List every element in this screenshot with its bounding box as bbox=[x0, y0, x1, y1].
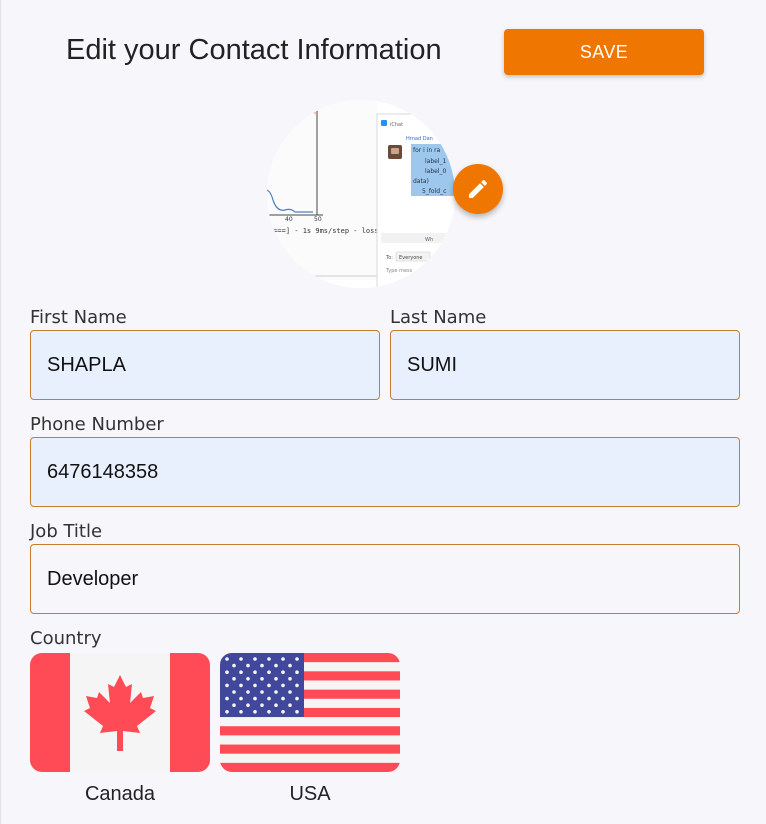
save-button[interactable]: SAVE bbox=[504, 29, 704, 75]
svg-text:Type mess: Type mess bbox=[385, 268, 413, 274]
svg-text:5_fold_c: 5_fold_c bbox=[422, 188, 446, 195]
svg-text:for i in ra: for i in ra bbox=[413, 147, 441, 154]
country-option-usa[interactable]: USA bbox=[220, 653, 400, 805]
svg-text:label_1: label_1 bbox=[425, 158, 447, 165]
job-title-field[interactable] bbox=[30, 544, 740, 614]
contact-edit-page: Edit your Contact Information SAVE 40 50… bbox=[0, 0, 766, 824]
svg-text:40: 40 bbox=[285, 216, 293, 223]
country-option-canada[interactable]: Canada bbox=[30, 653, 210, 805]
svg-text:label_0: label_0 bbox=[425, 168, 447, 175]
phone-label: Phone Number bbox=[30, 414, 164, 435]
country-label: Country bbox=[30, 628, 102, 649]
usa-label: USA bbox=[289, 783, 331, 805]
job-title-label: Job Title bbox=[30, 521, 103, 542]
pencil-icon bbox=[469, 179, 488, 198]
canada-flag bbox=[30, 653, 210, 772]
canada-label: Canada bbox=[84, 783, 156, 805]
svg-text:To:: To: bbox=[385, 255, 393, 261]
avatar-image: 40 50 ====] - 1s 9ms/step - loss: iChat … bbox=[267, 100, 455, 288]
avatar[interactable]: 40 50 ====] - 1s 9ms/step - loss: iChat … bbox=[267, 100, 455, 288]
svg-text:50: 50 bbox=[314, 216, 322, 223]
svg-text:Everyone: Everyone bbox=[399, 255, 423, 261]
first-name-label: First Name bbox=[30, 307, 127, 328]
phone-field[interactable] bbox=[30, 437, 740, 507]
svg-text:data): data) bbox=[413, 178, 429, 185]
last-name-field[interactable] bbox=[390, 330, 740, 400]
svg-text:====] - 1s 9ms/step - loss:: ====] - 1s 9ms/step - loss: bbox=[269, 227, 383, 235]
left-divider bbox=[0, 0, 1, 824]
svg-text:Hrnad Dan: Hrnad Dan bbox=[406, 136, 433, 142]
last-name-label: Last Name bbox=[390, 307, 487, 328]
svg-text:Wh: Wh bbox=[425, 237, 433, 243]
first-name-field[interactable] bbox=[30, 330, 380, 400]
usa-flag bbox=[220, 653, 400, 772]
page-title: Edit your Contact Information bbox=[66, 34, 442, 66]
svg-text:iChat: iChat bbox=[390, 122, 403, 128]
edit-avatar-button[interactable] bbox=[453, 164, 503, 214]
